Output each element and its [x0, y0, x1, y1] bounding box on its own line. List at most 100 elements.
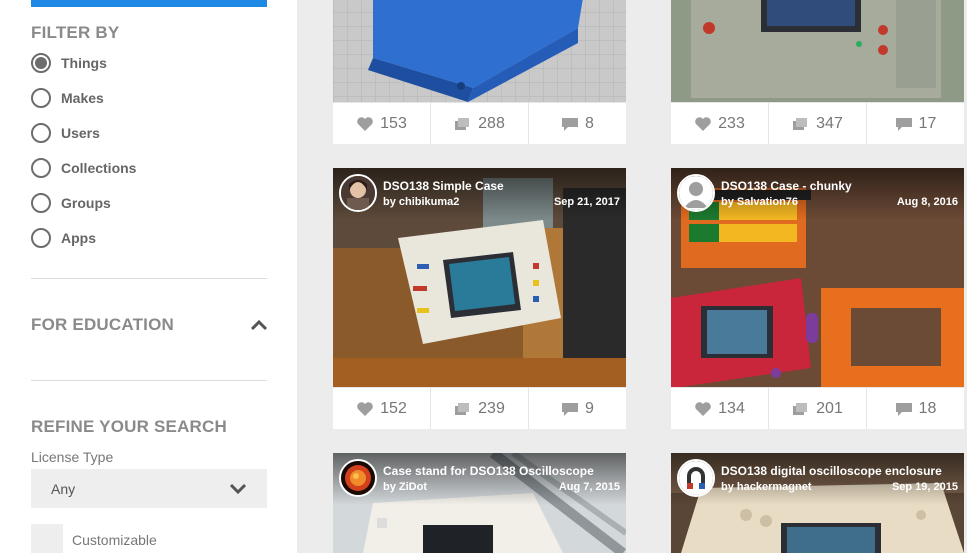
- thing-card[interactable]: 233 347 17: [671, 0, 964, 144]
- thing-author[interactable]: by ZiDot: [383, 481, 427, 493]
- filter-option-collections[interactable]: Collections: [31, 157, 136, 179]
- collect-count: 201: [816, 399, 843, 417]
- filter-option-things[interactable]: Things: [31, 52, 107, 74]
- filter-option-users[interactable]: Users: [31, 122, 100, 144]
- collect-count: 239: [478, 399, 505, 417]
- refine-search-heading: REFINE YOUR SEARCH: [31, 417, 227, 436]
- like-count: 233: [718, 114, 745, 132]
- thing-card-header: Case stand for DSO138 Oscilloscope by Zi…: [333, 453, 626, 505]
- filter-option-label: Makes: [61, 90, 104, 106]
- license-type-select[interactable]: Any: [31, 469, 267, 508]
- collect-count: 347: [816, 114, 843, 132]
- collection-icon: [455, 402, 470, 415]
- thing-title[interactable]: Case stand for DSO138 Oscilloscope: [383, 464, 594, 478]
- thing-date: Aug 7, 2015: [558, 481, 620, 493]
- thing-author[interactable]: by hackermagnet: [721, 481, 811, 493]
- collect-button[interactable]: 239: [431, 388, 529, 429]
- heart-icon: [695, 116, 711, 131]
- collect-count: 288: [478, 114, 505, 132]
- thing-card-header: DSO138 Case - chunky by Salvation76 Aug …: [671, 168, 964, 220]
- thing-title[interactable]: DSO138 Case - chunky: [721, 179, 852, 193]
- comment-icon: [895, 117, 912, 131]
- sidebar: FILTER BY Things Makes Users Collections…: [0, 0, 297, 553]
- heart-icon: [357, 116, 373, 131]
- filter-by-heading: FILTER BY: [31, 23, 120, 42]
- filter-option-groups[interactable]: Groups: [31, 192, 111, 214]
- thing-card[interactable]: Case stand for DSO138 Oscilloscope by Zi…: [333, 453, 626, 553]
- for-education-heading[interactable]: FOR EDUCATION: [31, 315, 174, 335]
- thing-thumbnail[interactable]: [671, 0, 964, 102]
- section-divider: [31, 380, 267, 381]
- comment-button[interactable]: 17: [867, 103, 964, 144]
- thing-card-header: DSO138 digital oscilloscope enclosure by…: [671, 453, 964, 505]
- avatar[interactable]: [339, 459, 377, 497]
- filter-option-label: Collections: [61, 160, 137, 176]
- thing-stats-bar: 153 288 8: [333, 102, 626, 144]
- collection-icon: [793, 117, 808, 130]
- filter-option-apps[interactable]: Apps: [31, 227, 96, 249]
- comment-button[interactable]: 18: [867, 388, 964, 429]
- avatar[interactable]: [677, 459, 715, 497]
- filter-option-label: Apps: [61, 230, 96, 246]
- like-count: 153: [380, 114, 407, 132]
- customizable-label: Customizable: [72, 532, 157, 548]
- avatar[interactable]: [677, 174, 715, 212]
- thing-author[interactable]: by Salvation76: [721, 196, 798, 208]
- thing-author[interactable]: by chibikuma2: [383, 196, 459, 208]
- customizable-checkbox[interactable]: [31, 524, 63, 553]
- thing-date: Sep 21, 2017: [553, 196, 620, 208]
- like-button[interactable]: 153: [333, 103, 431, 144]
- sidebar-top-accent-bar: [31, 0, 267, 7]
- thing-title[interactable]: DSO138 Simple Case: [383, 179, 504, 193]
- thing-card-header: DSO138 Simple Case by chibikuma2 Sep 21,…: [333, 168, 626, 220]
- collection-icon: [793, 402, 808, 415]
- comment-button[interactable]: 8: [529, 103, 626, 144]
- comment-count: 9: [585, 399, 594, 417]
- like-button[interactable]: 152: [333, 388, 431, 429]
- collection-icon: [455, 117, 470, 130]
- like-button[interactable]: 134: [671, 388, 769, 429]
- thing-title[interactable]: DSO138 digital oscilloscope enclosure: [721, 464, 942, 478]
- comment-icon: [562, 117, 579, 131]
- thing-stats-bar: 233 347 17: [671, 102, 964, 144]
- like-count: 134: [718, 399, 745, 417]
- filter-option-label: Groups: [61, 195, 111, 211]
- thing-stats-bar: 152 239 9: [333, 387, 626, 429]
- chevron-up-icon[interactable]: [250, 318, 268, 332]
- comment-icon: [895, 402, 912, 416]
- thing-card[interactable]: 153 288 8: [333, 0, 626, 144]
- heart-icon: [695, 401, 711, 416]
- radio-icon[interactable]: [31, 193, 51, 213]
- avatar[interactable]: [339, 174, 377, 212]
- thing-card[interactable]: DSO138 Case - chunky by Salvation76 Aug …: [671, 168, 964, 429]
- comment-count: 17: [918, 114, 937, 132]
- radio-icon[interactable]: [31, 123, 51, 143]
- thing-stats-bar: 134 201 18: [671, 387, 964, 429]
- license-select-value: Any: [51, 480, 76, 497]
- thing-date: Aug 8, 2016: [896, 196, 958, 208]
- comment-count: 18: [918, 399, 937, 417]
- collect-button[interactable]: 288: [431, 103, 529, 144]
- comment-icon: [562, 402, 579, 416]
- section-divider: [31, 278, 267, 279]
- like-button[interactable]: 233: [671, 103, 769, 144]
- thing-card[interactable]: DSO138 digital oscilloscope enclosure by…: [671, 453, 964, 553]
- radio-icon[interactable]: [31, 88, 51, 108]
- radio-icon[interactable]: [31, 158, 51, 178]
- comment-count: 8: [585, 114, 594, 132]
- like-count: 152: [380, 399, 407, 417]
- chevron-down-icon: [229, 483, 247, 494]
- collect-button[interactable]: 347: [769, 103, 867, 144]
- thing-card[interactable]: DSO138 Simple Case by chibikuma2 Sep 21,…: [333, 168, 626, 429]
- radio-selected-icon[interactable]: [31, 53, 51, 73]
- filter-option-makes[interactable]: Makes: [31, 87, 104, 109]
- collect-button[interactable]: 201: [769, 388, 867, 429]
- thing-date: Sep 19, 2015: [891, 481, 958, 493]
- comment-button[interactable]: 9: [529, 388, 626, 429]
- heart-icon: [357, 401, 373, 416]
- filter-option-label: Things: [61, 55, 107, 71]
- thing-thumbnail[interactable]: [333, 0, 626, 102]
- filter-option-label: Users: [61, 125, 100, 141]
- radio-icon[interactable]: [31, 228, 51, 248]
- license-type-label: License Type: [31, 449, 114, 465]
